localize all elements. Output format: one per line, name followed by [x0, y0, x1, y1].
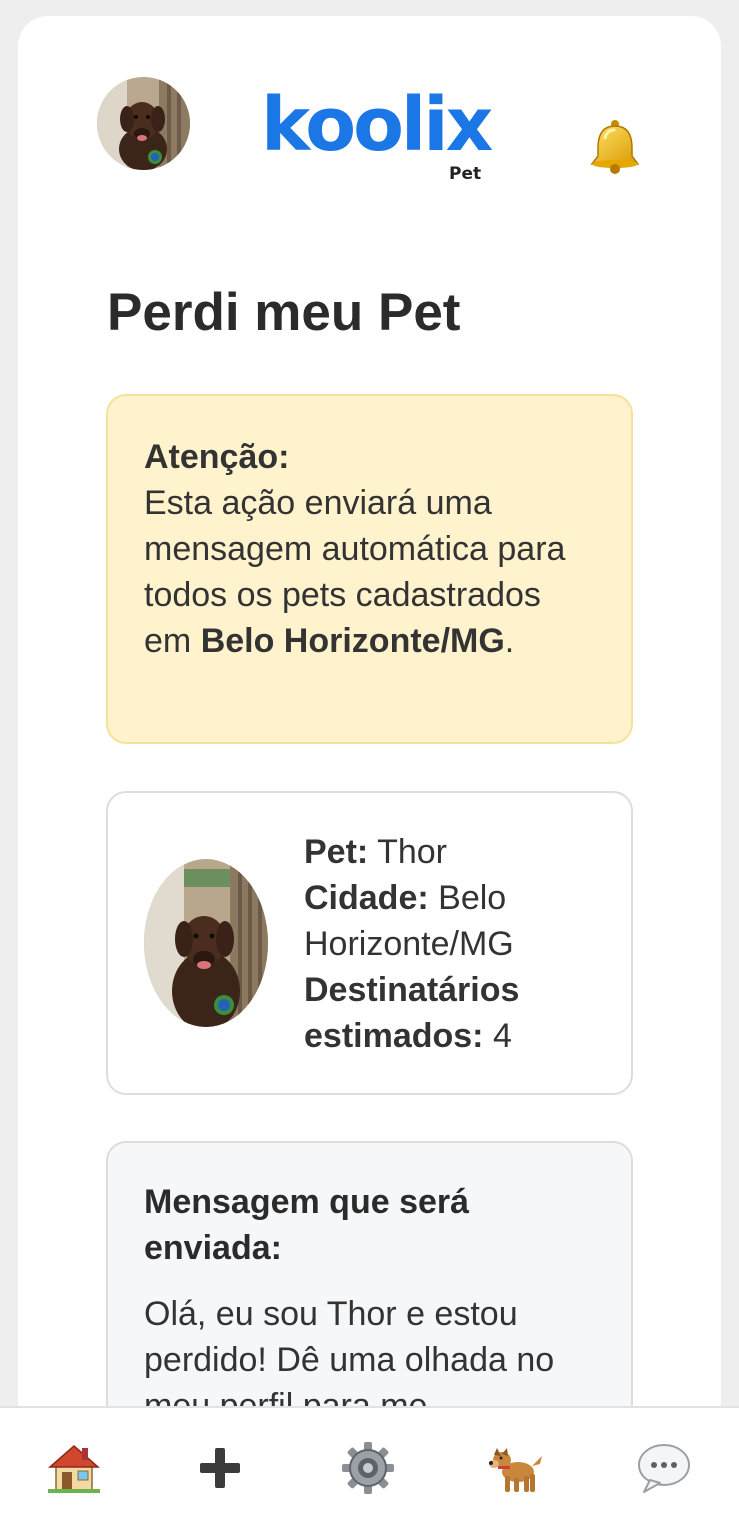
- brand-logo: koolix Pet: [261, 82, 493, 184]
- alert-label: Atenção:: [144, 438, 290, 476]
- gear-icon: [342, 1442, 394, 1494]
- nav-home[interactable]: [44, 1438, 104, 1498]
- message-preview-card: Mensagem que será enviada: Olá, eu sou T…: [106, 1141, 633, 1436]
- bell-icon: [590, 120, 640, 174]
- dog-photo-icon: [97, 77, 190, 170]
- pet-info: Pet: Thor Cidade: Belo Horizonte/MG Dest…: [304, 829, 624, 1059]
- logo-text: koolix: [261, 82, 493, 168]
- speech-bubble-icon: [638, 1444, 690, 1493]
- recipients-label: Destinatários estimados:: [304, 971, 520, 1055]
- pet-name: Thor: [377, 833, 447, 871]
- house-icon: [48, 1445, 100, 1493]
- nav-add[interactable]: [190, 1438, 250, 1498]
- notifications-button[interactable]: [586, 118, 644, 176]
- warning-alert: Atenção: Esta ação enviará uma mensagem …: [106, 394, 633, 744]
- plus-icon: [200, 1448, 240, 1488]
- dog-photo-icon: [144, 859, 268, 1027]
- pet-name-label: Pet:: [304, 833, 369, 871]
- message-title: Mensagem que será enviada:: [144, 1183, 470, 1267]
- nav-pets[interactable]: [486, 1438, 546, 1498]
- recipients-count: 4: [492, 1017, 512, 1055]
- app-screen: koolix Pet Perdi meu Pet Atenção: Esta a…: [18, 16, 721, 1436]
- pet-city-label: Cidade:: [304, 879, 429, 917]
- nav-settings[interactable]: [338, 1438, 398, 1498]
- nav-chat[interactable]: [634, 1438, 694, 1498]
- bottom-navigation: [0, 1406, 739, 1526]
- dog-icon: [489, 1448, 542, 1492]
- user-avatar[interactable]: [97, 77, 190, 170]
- alert-text-end: .: [504, 622, 515, 660]
- page-title: Perdi meu Pet: [107, 283, 461, 342]
- logo-subtext: Pet: [449, 164, 482, 184]
- alert-city: Belo Horizonte/MG: [200, 622, 505, 660]
- pet-photo: [144, 859, 268, 1027]
- pet-summary-card: Pet: Thor Cidade: Belo Horizonte/MG Dest…: [106, 791, 633, 1095]
